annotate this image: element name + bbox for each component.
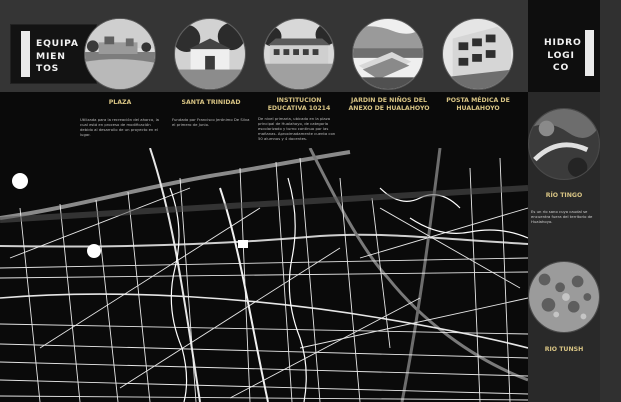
equipamientos-title: EQUIPA MIEN TOS [36, 38, 79, 76]
title-line-3: CO [552, 62, 570, 73]
institucion-educativa-description: De nivel primaria, ubicado en la plaza p… [258, 116, 336, 141]
institucion-educativa-photo [263, 18, 335, 90]
plaza-photo [84, 18, 156, 90]
street-map-svg [0, 148, 528, 402]
plaza-title: PLAZA [108, 99, 132, 106]
title-stripe [21, 31, 30, 77]
institucion-educativa-title: INSTITUCION EDUCATIVA 10214 [267, 97, 331, 112]
rio-tunsh-title: RIO TUNSH [544, 346, 584, 353]
title-line-3: TOS [36, 63, 60, 74]
rio-tunsh-photo [528, 261, 600, 333]
posta-medica-title: POSTA MÉDICA DE HUALAHOYO [446, 97, 510, 112]
title-stripe-right [585, 30, 594, 76]
title-line-1: EQUIPA [36, 38, 79, 49]
rio-tingo-description: Es un río sano cuyo caudal se encuentra … [531, 209, 593, 224]
jardin-ninos-photo [352, 18, 424, 90]
hidrologico-title: HIDRO LOGI CO [544, 37, 582, 75]
right-edge-bar [600, 0, 621, 402]
rio-tingo-title: RÍO TINGO [545, 192, 583, 199]
plaza-description: Utilizada para la recreación del ahorco,… [80, 117, 159, 137]
title-line-2: LOGI [547, 49, 575, 61]
santa-trinidad-title: SANTA TRINIDAD [181, 99, 241, 106]
street-map [0, 148, 528, 402]
rio-tingo-photo [528, 108, 600, 180]
posta-medica-photo [442, 18, 514, 90]
jardin-ninos-title: JARDIN DE NIÑOS DEL ANEXO DE HUALAHOYO [348, 97, 430, 112]
title-line-1: HIDRO [544, 37, 582, 48]
santa-trinidad-photo [174, 18, 246, 90]
hidrologico-title-block: HIDRO LOGI CO [532, 24, 598, 82]
title-line-2: MIEN [36, 50, 66, 62]
santa-trinidad-description: Fundada por Francisco Jerónimo De Silva … [172, 117, 250, 127]
